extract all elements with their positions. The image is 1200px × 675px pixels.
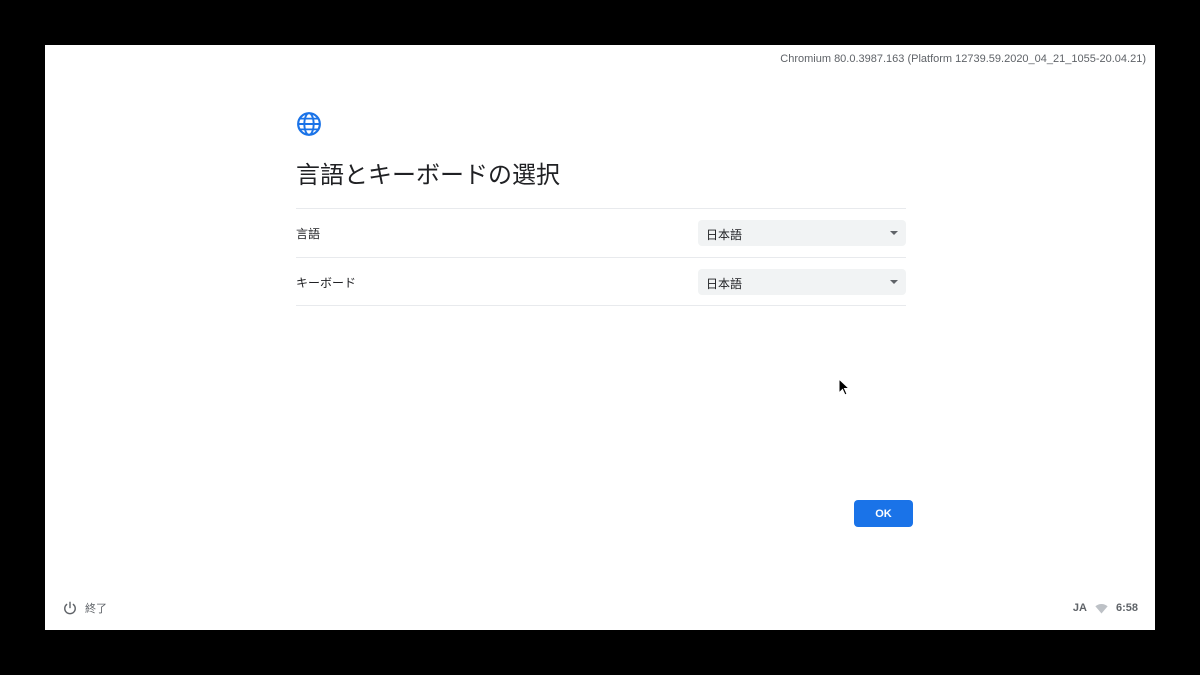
- wifi-icon: [1095, 603, 1108, 614]
- keyboard-select[interactable]: 日本語: [698, 269, 906, 295]
- oobe-screen: Chromium 80.0.3987.163 (Platform 12739.5…: [45, 45, 1155, 630]
- ime-indicator: JA: [1072, 602, 1087, 614]
- settings-list: 言語 日本語 キーボード 日本語: [296, 208, 906, 306]
- keyboard-select-value: 日本語: [706, 277, 743, 291]
- globe-icon: [297, 112, 321, 136]
- language-select-value: 日本語: [706, 228, 743, 242]
- language-row: 言語 日本語: [296, 208, 906, 257]
- status-tray[interactable]: JA 6:58: [1073, 600, 1138, 616]
- clock: 6:58: [1115, 602, 1138, 614]
- language-label: 言語: [296, 227, 321, 241]
- keyboard-row: キーボード 日本語: [296, 257, 906, 306]
- mouse-cursor-icon: [838, 378, 850, 396]
- shutdown-label: 終了: [85, 602, 107, 615]
- version-info: Chromium 80.0.3987.163 (Platform 12739.5…: [780, 53, 1146, 65]
- keyboard-label: キーボード: [296, 276, 357, 290]
- dropdown-arrow-icon: [890, 280, 898, 284]
- shutdown-button[interactable]: 終了: [63, 600, 107, 616]
- dropdown-arrow-icon: [890, 231, 898, 235]
- language-select[interactable]: 日本語: [698, 220, 906, 246]
- ok-button[interactable]: OK: [854, 500, 913, 527]
- page-title: 言語とキーボードの選択: [296, 161, 560, 189]
- power-icon: [64, 601, 76, 615]
